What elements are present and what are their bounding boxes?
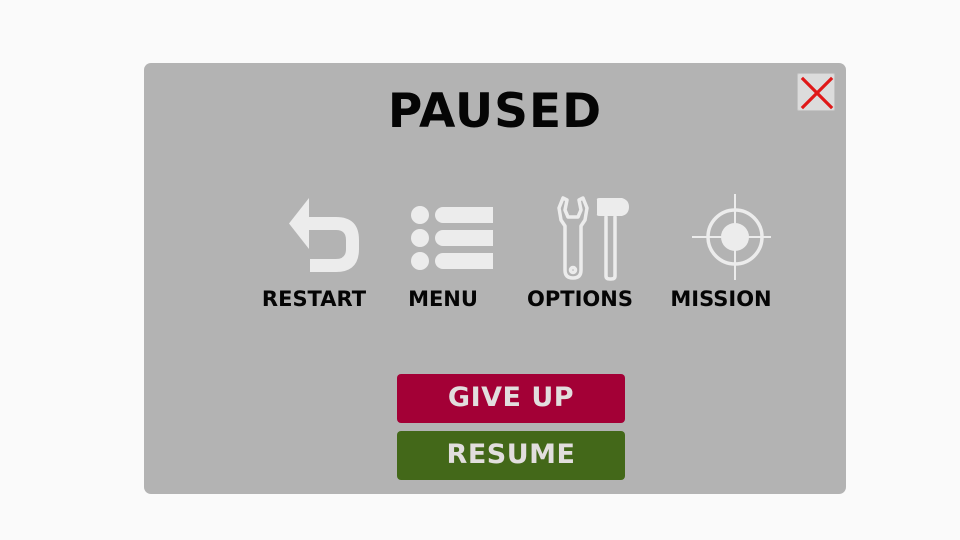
resume-button[interactable]: RESUME <box>397 431 625 480</box>
options-option[interactable]: OPTIONS <box>515 190 645 320</box>
paused-title: PAUSED <box>387 84 603 139</box>
mission-label: MISSION <box>670 287 772 311</box>
wrench-hammer-icon <box>557 196 629 281</box>
pause-screen: PAUSED RESTART MENU OPTIONS MISSION GIVE… <box>0 0 960 540</box>
restart-arrow-icon <box>289 198 359 272</box>
mission-option[interactable]: MISSION <box>656 190 786 320</box>
menu-option[interactable]: MENU <box>378 190 508 320</box>
crosshair-icon <box>692 194 771 280</box>
list-menu-icon <box>411 206 493 270</box>
give-up-button[interactable]: GIVE UP <box>397 374 625 423</box>
